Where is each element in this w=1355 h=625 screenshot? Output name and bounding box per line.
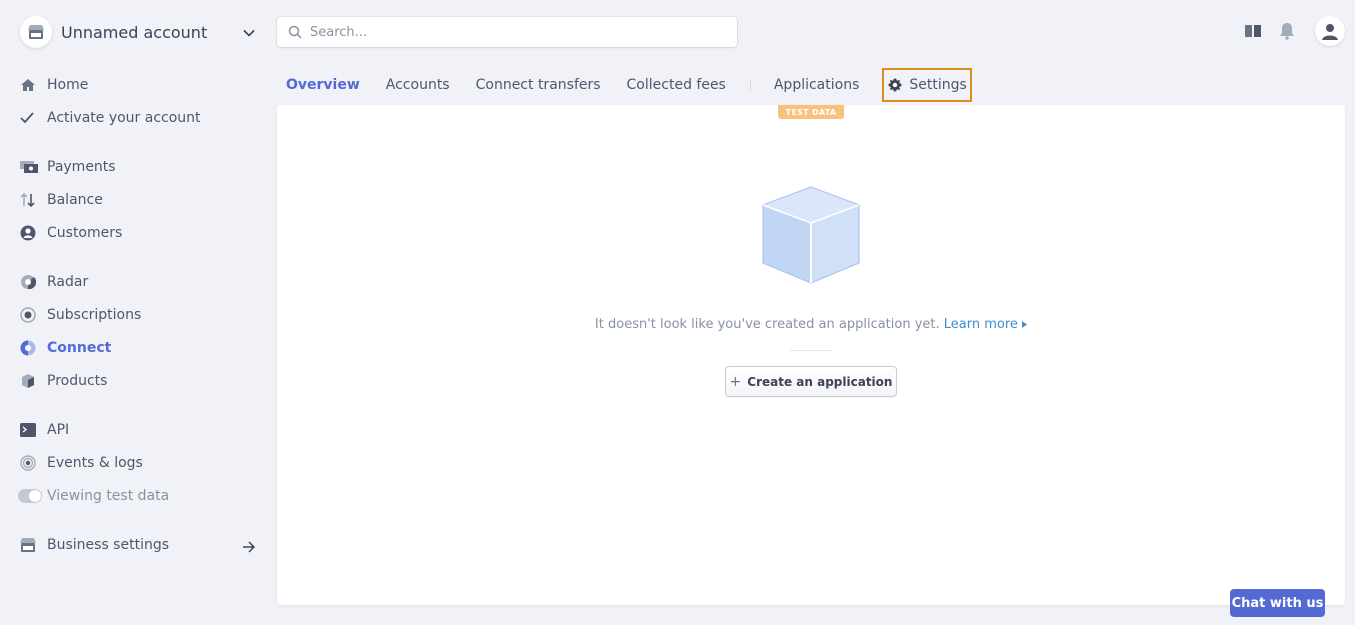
- search-box[interactable]: [277, 17, 737, 47]
- checkmark-icon: [20, 110, 42, 126]
- tab-settings-label: Settings: [909, 77, 967, 93]
- sidebar-item-payments[interactable]: Payments: [20, 150, 260, 183]
- tab-applications[interactable]: Applications: [765, 68, 869, 102]
- sidebar-item-connect[interactable]: Connect: [20, 331, 260, 364]
- account-name: Unnamed account: [61, 22, 208, 42]
- search-icon: [288, 25, 302, 39]
- home-icon: [20, 77, 42, 93]
- sidebar-item-products[interactable]: Products: [20, 364, 260, 397]
- search-input[interactable]: [310, 24, 710, 40]
- sidebar-item-home[interactable]: Home: [20, 68, 260, 101]
- sidebar: Home Activate your account Payments Bala…: [18, 68, 260, 561]
- tab-collected-fees[interactable]: Collected fees: [618, 68, 735, 102]
- chevron-down-icon: [242, 25, 256, 44]
- connect-tabs: Overview Accounts Connect transfers Coll…: [277, 68, 972, 102]
- sidebar-item-customers[interactable]: Customers: [20, 216, 260, 249]
- account-switcher[interactable]: Unnamed account: [20, 16, 260, 48]
- tab-settings[interactable]: Settings: [882, 68, 972, 102]
- tab-divider: [749, 79, 751, 91]
- tab-overview[interactable]: Overview: [277, 68, 369, 102]
- main-panel: TEST DATA It doesn't look like you've cr…: [277, 105, 1345, 605]
- avatar[interactable]: [1315, 16, 1345, 46]
- events-icon: [20, 454, 42, 471]
- test-data-toggle[interactable]: Viewing test data: [18, 479, 260, 512]
- tab-connect-transfers[interactable]: Connect transfers: [467, 68, 610, 102]
- empty-state-cube-illustration: [760, 185, 862, 291]
- store-icon: [20, 537, 42, 553]
- sidebar-item-events[interactable]: Events & logs: [20, 446, 260, 479]
- customer-icon: [20, 225, 42, 241]
- create-application-button[interactable]: + Create an application: [725, 366, 897, 397]
- docs-icon[interactable]: [1243, 21, 1263, 41]
- store-icon: [20, 16, 52, 48]
- divider: [790, 350, 832, 351]
- product-box-icon: [20, 373, 42, 389]
- tab-accounts[interactable]: Accounts: [377, 68, 459, 102]
- empty-state-message: It doesn't look like you've created an a…: [277, 317, 1345, 332]
- sidebar-item-api[interactable]: API: [20, 413, 260, 446]
- sidebar-item-subscriptions[interactable]: Subscriptions: [20, 298, 260, 331]
- balance-arrows-icon: [20, 192, 42, 208]
- connect-globe-icon: [20, 340, 42, 356]
- sidebar-item-balance[interactable]: Balance: [20, 183, 260, 216]
- bell-icon[interactable]: [1277, 21, 1297, 41]
- toggle-switch[interactable]: [18, 488, 42, 503]
- terminal-icon: [20, 422, 42, 438]
- sidebar-item-business-settings[interactable]: Business settings: [20, 528, 260, 561]
- sidebar-item-activate[interactable]: Activate your account: [20, 101, 260, 134]
- subscriptions-icon: [20, 306, 42, 323]
- plus-icon: +: [729, 373, 742, 390]
- radar-icon: [20, 274, 42, 290]
- gear-icon: [888, 78, 902, 92]
- payments-icon: [20, 159, 42, 175]
- caret-right-icon: [1022, 321, 1028, 328]
- chat-button[interactable]: Chat with us: [1230, 589, 1325, 617]
- test-data-badge: TEST DATA: [778, 105, 844, 119]
- learn-more-link[interactable]: Learn more: [944, 317, 1028, 332]
- arrow-right-icon: [242, 538, 256, 557]
- sidebar-item-radar[interactable]: Radar: [20, 265, 260, 298]
